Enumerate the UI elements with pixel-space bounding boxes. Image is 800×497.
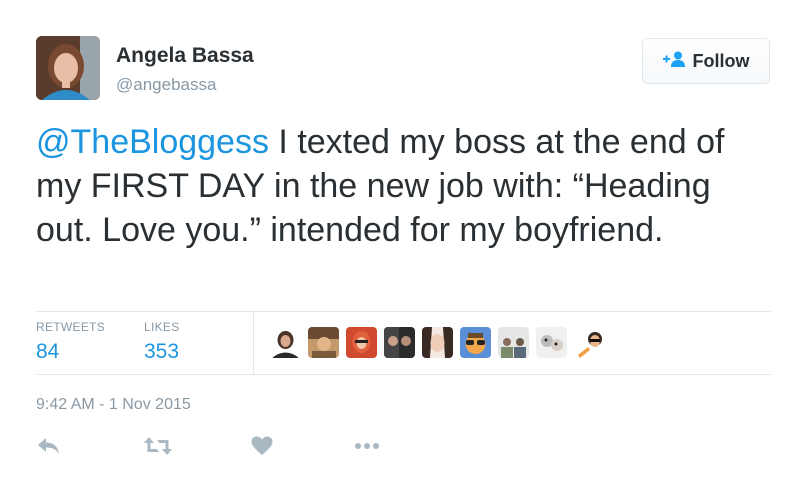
user-handle[interactable]: @angebassa [116, 75, 216, 95]
tweet-timestamp[interactable]: 9:42 AM - 1 Nov 2015 [36, 396, 191, 414]
user-name[interactable]: Angela Bassa [116, 44, 254, 68]
follow-button[interactable]: Follow [642, 38, 770, 84]
liker-avatar[interactable] [346, 327, 377, 358]
liker-avatar[interactable] [270, 327, 301, 358]
like-icon[interactable] [250, 434, 274, 463]
liker-avatar[interactable] [384, 327, 415, 358]
retweets-stat[interactable]: RETWEETS 84 [36, 320, 105, 364]
divider [36, 311, 771, 312]
user-avatar[interactable] [36, 36, 100, 100]
divider [36, 374, 771, 375]
more-icon[interactable] [354, 434, 380, 463]
add-user-icon [662, 51, 685, 72]
liker-avatar[interactable] [498, 327, 529, 358]
retweet-icon[interactable] [143, 434, 173, 463]
likes-count: 353 [144, 340, 180, 363]
follow-button-label: Follow [692, 50, 750, 71]
liker-avatar[interactable] [574, 327, 605, 358]
retweets-label: RETWEETS [36, 320, 106, 334]
likes-stat[interactable]: LIKES 353 [144, 320, 180, 364]
retweets-count: 84 [36, 340, 60, 363]
liker-avatar[interactable] [536, 327, 567, 358]
reply-icon[interactable] [36, 434, 62, 463]
liker-avatar[interactable] [422, 327, 453, 358]
tweet-text: @TheBloggess I texted my boss at the end… [36, 120, 776, 252]
likes-label: LIKES [144, 320, 180, 334]
likers-avatars [270, 327, 605, 358]
liker-avatar[interactable] [460, 327, 491, 358]
stats-separator [253, 312, 254, 374]
liker-avatar[interactable] [308, 327, 339, 358]
mention-link[interactable]: @TheBloggess [36, 123, 269, 161]
